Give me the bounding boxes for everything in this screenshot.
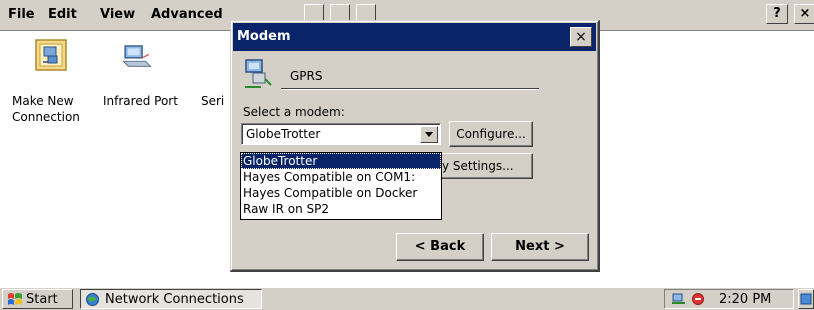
dropdown-option[interactable]: GlobeTrotter <box>241 153 441 169</box>
start-label: Start <box>26 292 58 307</box>
infrared-port-icon <box>122 45 152 67</box>
desktop-icon <box>800 293 812 305</box>
modem-select-value: GlobeTrotter <box>246 127 321 141</box>
menu-file[interactable]: File <box>8 7 35 22</box>
menu-edit[interactable]: Edit <box>48 7 77 22</box>
dialog-title: Modem <box>237 29 291 44</box>
dialog-close-button[interactable]: × <box>570 27 592 47</box>
taskbar: Start Network Connections 2:20 PM <box>0 287 814 310</box>
menu-view[interactable]: View <box>100 7 135 22</box>
connection-name: GPRS <box>290 69 323 83</box>
windows-flag-icon <box>8 293 22 305</box>
next-button[interactable]: Next > <box>491 233 589 261</box>
window-close-button[interactable]: × <box>794 4 814 24</box>
back-button[interactable]: < Back <box>396 233 484 261</box>
dropdown-option[interactable]: Raw IR on SP2 <box>241 201 441 217</box>
dropdown-arrow-button[interactable] <box>420 126 438 143</box>
serial-label: Seri <box>201 94 225 108</box>
network-tray-icon[interactable] <box>671 292 689 306</box>
dropdown-option[interactable]: Hayes Compatible on Docker <box>241 185 441 201</box>
dropdown-option[interactable]: Hayes Compatible on COM1: <box>241 169 441 185</box>
connection-icon <box>245 59 272 88</box>
infrared-port-label: Infrared Port <box>103 94 178 108</box>
settings-button[interactable]: y Settings... <box>441 153 533 179</box>
show-desktop-button[interactable] <box>798 289 814 309</box>
make-new-connection-icon <box>35 39 67 71</box>
dialog-titlebar: Modem × <box>233 23 596 51</box>
configure-button[interactable]: Configure... <box>449 121 533 147</box>
help-button[interactable]: ? <box>766 4 788 24</box>
make-new-connection-label: Make New <box>12 94 74 108</box>
modem-dropdown-list: GlobeTrotter Hayes Compatible on COM1: H… <box>240 152 442 220</box>
start-button[interactable]: Start <box>2 289 73 309</box>
select-modem-label: Select a modem: <box>243 105 345 119</box>
modem-select[interactable]: GlobeTrotter <box>241 123 441 145</box>
make-new-connection-label-line2: Connection <box>12 110 80 124</box>
network-connections-icon <box>86 293 99 306</box>
menu-advanced[interactable]: Advanced <box>151 7 223 22</box>
chevron-down-icon <box>425 132 433 137</box>
taskbar-task-network-connections[interactable]: Network Connections <box>80 289 262 309</box>
clock: 2:20 PM <box>719 292 772 307</box>
modem-dialog: Modem × GPRS Select a modem: GlobeTrotte… <box>230 20 600 272</box>
header-divider <box>281 88 539 90</box>
task-label: Network Connections <box>105 292 244 307</box>
system-tray: 2:20 PM <box>664 289 794 309</box>
connection-status-icon[interactable] <box>691 292 705 306</box>
